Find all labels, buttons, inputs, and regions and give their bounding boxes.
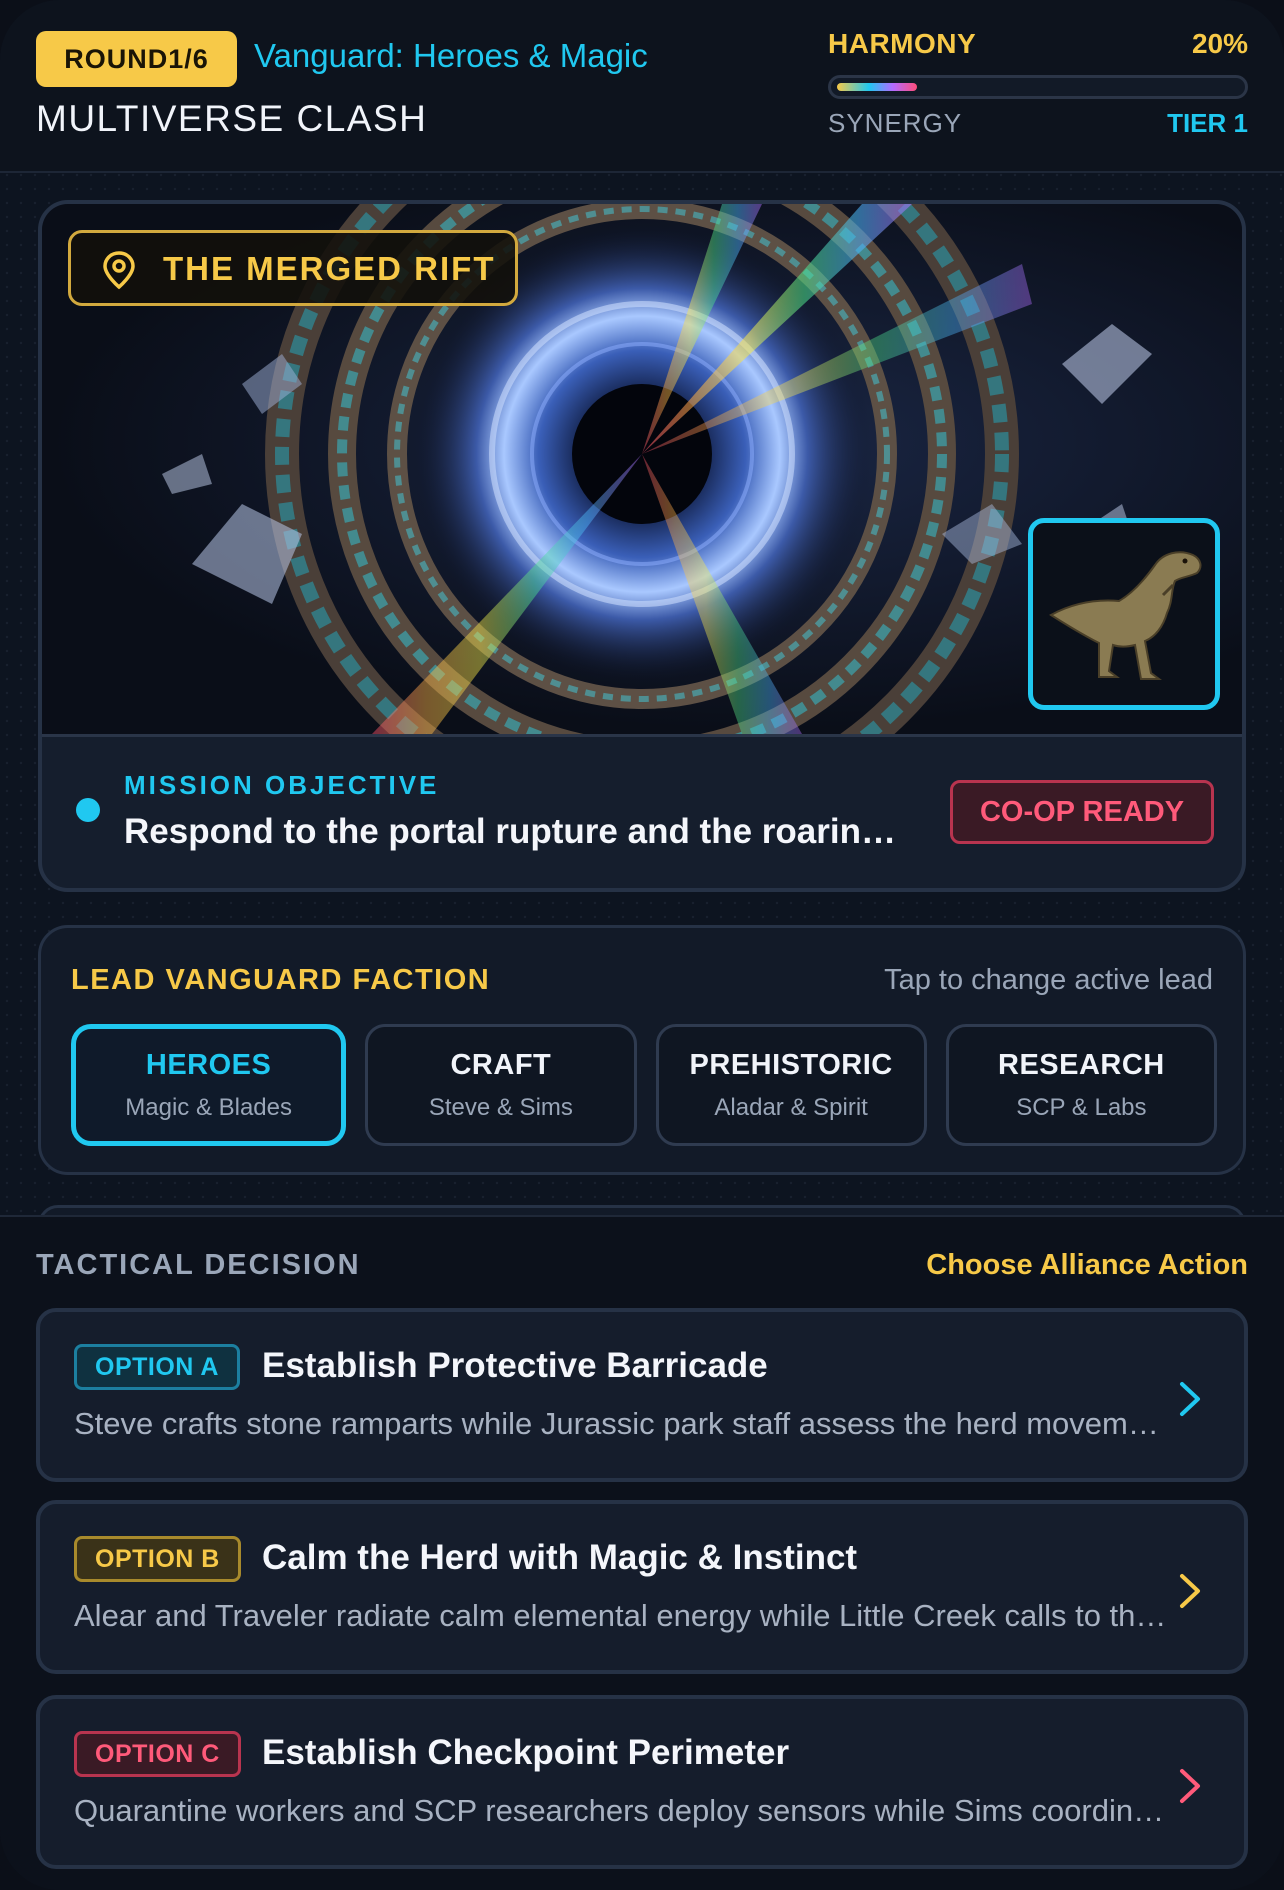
faction-title: LEAD VANGUARD FACTION: [71, 964, 491, 996]
option-c-description: Quarantine workers and SCP researchers d…: [74, 1793, 1174, 1828]
faction-tab-sub: Magic & Blades: [125, 1093, 292, 1121]
option-c-card[interactable]: OPTION C Establish Checkpoint Perimeter …: [36, 1695, 1248, 1869]
faction-tab-research[interactable]: RESEARCH SCP & Labs: [945, 1024, 1217, 1146]
app-frame: ROUND1/6 Vanguard: Heroes & Magic MULTIV…: [0, 0, 1284, 1890]
option-b-description: Alear and Traveler radiate calm elementa…: [74, 1598, 1174, 1633]
synergy-label: SYNERGY: [828, 108, 963, 138]
scene-card: THE MERGED RIFT MISSION OBJECTIVE Respon…: [38, 200, 1246, 892]
option-a-badge: OPTION A: [74, 1344, 240, 1390]
round-badge: ROUND1/6: [36, 31, 237, 87]
faction-card: LEAD VANGUARD FACTION Tap to change acti…: [38, 925, 1246, 1175]
top-header: ROUND1/6 Vanguard: Heroes & Magic MULTIV…: [0, 0, 1284, 173]
faction-tab-sub: Aladar & Spirit: [714, 1093, 868, 1121]
t-rex-icon: [1049, 551, 1202, 680]
rift-portal-illustration: THE MERGED RIFT: [42, 204, 1242, 734]
chevron-right-icon: [1180, 1382, 1200, 1416]
option-a-card[interactable]: OPTION A Establish Protective Barricade …: [36, 1308, 1248, 1482]
objective-text: Respond to the portal rupture and the ro…: [124, 812, 914, 851]
tactical-cta: Choose Alliance Action: [926, 1249, 1248, 1281]
objective-label: MISSION OBJECTIVE: [124, 770, 440, 800]
objective-status-dot: [76, 798, 100, 822]
location-chip: THE MERGED RIFT: [68, 230, 518, 306]
harmony-progress-fill: [837, 83, 917, 91]
option-c-badge: OPTION C: [74, 1731, 241, 1777]
option-a-title: Establish Protective Barricade: [262, 1346, 768, 1385]
coop-ready-badge: CO-OP READY: [950, 780, 1214, 844]
option-c-title: Establish Checkpoint Perimeter: [262, 1733, 790, 1772]
faction-tab-name: CRAFT: [450, 1048, 552, 1081]
mode-title: MULTIVERSE CLASH: [36, 98, 428, 139]
tactical-panel: TACTICAL DECISION Choose Alliance Action…: [0, 1215, 1284, 1890]
faction-tab-name: RESEARCH: [998, 1048, 1165, 1081]
scene-divider: [42, 734, 1242, 737]
option-b-badge: OPTION B: [74, 1536, 241, 1582]
location-name: THE MERGED RIFT: [163, 250, 496, 287]
option-b-title: Calm the Herd with Magic & Instinct: [262, 1538, 858, 1577]
harmony-value: 20%: [1191, 28, 1248, 59]
faction-tab-sub: Steve & Sims: [428, 1093, 573, 1121]
faction-tab-prehistoric[interactable]: PREHISTORIC Aladar & Spirit: [655, 1024, 927, 1146]
faction-tab-name: PREHISTORIC: [689, 1048, 893, 1081]
faction-hint: Tap to change active lead: [884, 964, 1213, 996]
tactical-label: TACTICAL DECISION: [36, 1249, 361, 1281]
faction-tabs: HEROES Magic & Blades CRAFT Steve & Sims…: [71, 1024, 1217, 1146]
faction-tab-name: HEROES: [145, 1048, 272, 1081]
harmony-label: HARMONY: [828, 28, 977, 59]
map-pin-icon: [103, 251, 135, 290]
faction-tab-sub: SCP & Labs: [1016, 1093, 1147, 1121]
option-b-card[interactable]: OPTION B Calm the Herd with Magic & Inst…: [36, 1500, 1248, 1674]
harmony-progress-bar: [828, 75, 1248, 99]
faction-tab-heroes[interactable]: HEROES Magic & Blades: [71, 1024, 347, 1146]
chevron-right-icon: [1180, 1769, 1200, 1803]
synergy-tier: TIER 1: [1167, 108, 1248, 138]
game-title: Vanguard: Heroes & Magic: [254, 37, 648, 74]
t-rex-portrait[interactable]: [1028, 518, 1220, 710]
option-a-description: Steve crafts stone ramparts while Jurass…: [74, 1406, 1174, 1441]
chevron-right-icon: [1180, 1574, 1200, 1608]
faction-tab-craft[interactable]: CRAFT Steve & Sims: [365, 1024, 637, 1146]
